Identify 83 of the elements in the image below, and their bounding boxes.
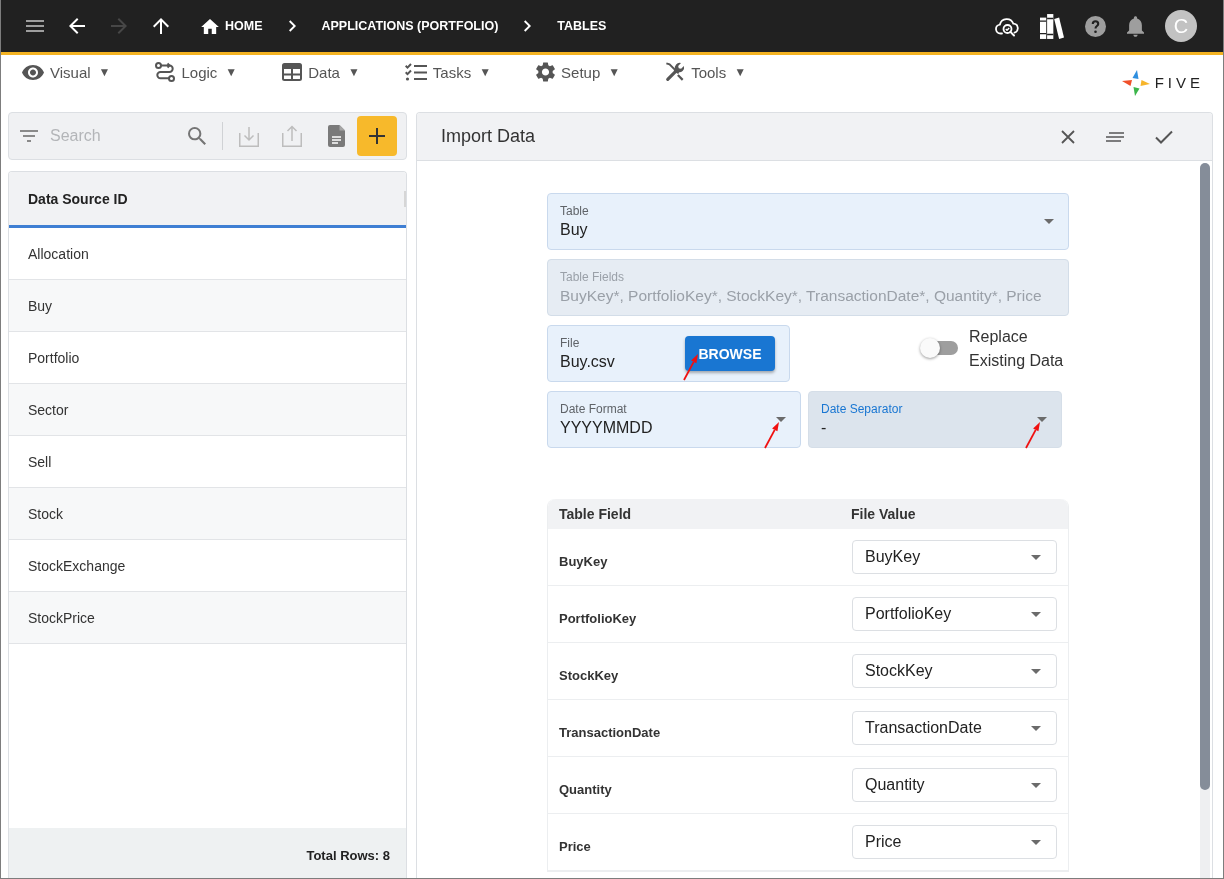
field-label: Table xyxy=(560,203,589,219)
list-item[interactable]: Sector xyxy=(9,384,406,436)
toggle-switch[interactable] xyxy=(920,338,958,358)
dropdown-field[interactable]: StockKey xyxy=(852,654,1057,688)
field-label: File xyxy=(560,335,580,351)
lines-icon[interactable] xyxy=(1106,131,1124,142)
arrow-up-icon[interactable] xyxy=(153,18,169,34)
filter-icon[interactable] xyxy=(20,130,38,142)
caret-icon xyxy=(1031,782,1041,788)
menu-item[interactable]: Setup ▼ xyxy=(536,62,621,82)
checklist-icon xyxy=(404,62,427,82)
caret-icon xyxy=(1044,219,1054,224)
table-icon xyxy=(282,63,303,81)
arrow-left-icon[interactable] xyxy=(69,18,85,34)
caret-icon xyxy=(1037,417,1047,422)
caret-icon xyxy=(1031,725,1041,731)
close-icon[interactable] xyxy=(1061,129,1075,144)
eye-icon xyxy=(22,64,44,80)
field-value: BuyKey*, PortfolioKey*, StockKey*, TransactionDate*, Quantity*, Price xyxy=(560,286,1042,306)
menu-item[interactable]: Visual ▼ xyxy=(22,62,111,82)
dropdown-field[interactable]: TransactionDate xyxy=(852,711,1057,745)
column-header: Data Source ID xyxy=(28,190,128,207)
field-name: BuyKey xyxy=(559,553,608,570)
logo-icon xyxy=(1121,70,1150,96)
field-value: Buy.csv xyxy=(560,352,615,372)
field-label: Table Fields xyxy=(560,269,625,285)
menu-item[interactable]: Data ▼ xyxy=(282,62,360,82)
search-icon[interactable] xyxy=(188,127,206,145)
field-name: TransactionDate xyxy=(559,724,661,741)
menu-item[interactable]: Tools ▼ xyxy=(665,62,747,82)
select-field[interactable]: Table Buy xyxy=(547,193,1069,250)
breadcrumb-link[interactable]: APPLICATIONS (PORTFOLIO) xyxy=(321,18,499,34)
help-icon[interactable] xyxy=(1085,15,1106,37)
breadcrumb-link[interactable]: HOME xyxy=(201,18,263,34)
add-button[interactable] xyxy=(357,116,397,156)
field-label: Date Format xyxy=(560,401,627,417)
dropdown-field[interactable]: BuyKey xyxy=(852,540,1057,574)
chevron-right-icon xyxy=(524,20,532,32)
chevron-right-icon xyxy=(288,20,296,32)
dropdown-field[interactable]: Quantity xyxy=(852,768,1057,802)
field-value: Buy xyxy=(560,220,588,240)
gear-icon xyxy=(536,62,556,82)
menu-item[interactable]: Tasks ▼ xyxy=(404,62,492,82)
field-value: - xyxy=(821,418,827,438)
plus-icon xyxy=(369,128,385,144)
field-name: PortfolioKey xyxy=(559,610,637,627)
dropdown-field[interactable]: Price xyxy=(852,825,1057,859)
caret-icon xyxy=(1031,611,1041,617)
books-icon[interactable] xyxy=(1040,13,1064,39)
home-icon xyxy=(201,18,219,34)
menu-icon[interactable] xyxy=(26,20,44,32)
route-icon xyxy=(155,62,176,82)
column-header: Table Field xyxy=(559,506,632,522)
search-field[interactable]: Search xyxy=(50,124,178,148)
browse-button[interactable]: BROWSE xyxy=(685,336,775,371)
panel-title: Import Data xyxy=(441,126,536,147)
caret-icon xyxy=(1031,668,1041,674)
list-item[interactable]: StockPrice xyxy=(9,592,406,644)
bell-icon[interactable] xyxy=(1127,15,1144,37)
document-icon[interactable] xyxy=(328,125,345,147)
field-name: Price xyxy=(559,838,591,855)
cloud-search-icon[interactable] xyxy=(995,15,1019,37)
caret-icon xyxy=(1031,554,1041,560)
column-header: File Value xyxy=(851,506,916,522)
toggle-label: Replace Existing Data xyxy=(969,327,1065,371)
caret-icon xyxy=(1031,839,1041,845)
file-field[interactable]: File Buy.csv BROWSE xyxy=(547,325,790,382)
logo-text: FIVE xyxy=(1154,75,1204,91)
dropdown-field[interactable]: PortfolioKey xyxy=(852,597,1057,631)
field-name: StockKey xyxy=(559,667,619,684)
wrench-screwdriver-icon xyxy=(665,62,686,82)
list-item[interactable]: Buy xyxy=(9,280,406,332)
row-count: Total Rows: 8 xyxy=(306,847,390,863)
select-field[interactable]: Date Format YYYYMMDD xyxy=(547,391,801,448)
field-name: Quantity xyxy=(559,781,612,798)
check-icon[interactable] xyxy=(1155,129,1173,144)
breadcrumb-link[interactable]: TABLES xyxy=(557,18,607,34)
list-item[interactable]: Stock xyxy=(9,488,406,540)
select-field[interactable]: Date Separator - xyxy=(808,391,1062,448)
menu-item[interactable]: Logic ▼ xyxy=(155,62,238,82)
field-value: YYYYMMDD xyxy=(560,418,653,438)
field-label: Date Separator xyxy=(821,401,903,417)
caret-icon xyxy=(776,417,786,422)
